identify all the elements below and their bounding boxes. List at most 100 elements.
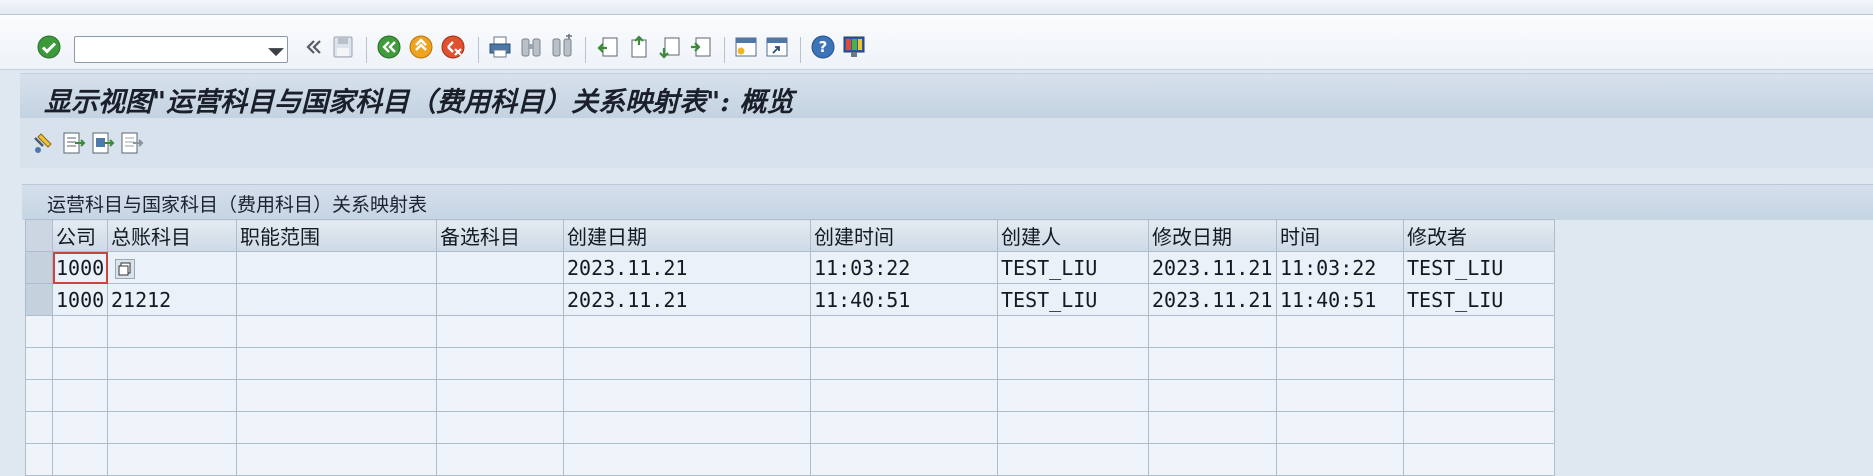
alternative-account-cell[interactable] xyxy=(436,283,564,316)
empty-cell[interactable] xyxy=(1276,315,1404,348)
column-header-created-by[interactable]: 创建人 xyxy=(997,219,1149,252)
select-all-icon[interactable] xyxy=(60,130,86,156)
empty-cell[interactable] xyxy=(236,379,437,412)
empty-cell[interactable] xyxy=(810,315,998,348)
column-header-changed-by[interactable]: 修改者 xyxy=(1403,219,1555,252)
functional-area-cell[interactable] xyxy=(236,251,437,284)
previous-page-icon[interactable] xyxy=(626,34,652,60)
exit-icon[interactable] xyxy=(408,34,434,60)
empty-cell[interactable] xyxy=(997,315,1149,348)
empty-cell[interactable] xyxy=(1403,443,1555,476)
empty-cell[interactable] xyxy=(563,315,811,348)
created-on-cell[interactable]: 2023.11.21 xyxy=(563,251,811,284)
row-selector[interactable] xyxy=(25,315,53,348)
empty-cell[interactable] xyxy=(236,347,437,380)
row-selector[interactable] xyxy=(25,443,53,476)
empty-cell[interactable] xyxy=(1276,379,1404,412)
find-icon[interactable] xyxy=(518,34,544,60)
created-by-cell[interactable]: TEST_LIU xyxy=(997,283,1149,316)
empty-cell[interactable] xyxy=(107,443,237,476)
empty-cell[interactable] xyxy=(1403,379,1555,412)
changed-on-cell[interactable]: 2023.11.21 xyxy=(1148,251,1277,284)
empty-cell[interactable] xyxy=(236,315,437,348)
empty-cell[interactable] xyxy=(52,315,108,348)
enter-icon[interactable] xyxy=(36,34,62,60)
save-icon[interactable] xyxy=(330,34,356,60)
empty-cell[interactable] xyxy=(1276,347,1404,380)
empty-cell[interactable] xyxy=(436,443,564,476)
empty-cell[interactable] xyxy=(563,443,811,476)
empty-cell[interactable] xyxy=(997,379,1149,412)
company-cell[interactable]: 1000 xyxy=(52,283,108,316)
customize-layout-icon[interactable] xyxy=(841,34,867,60)
find-next-icon[interactable] xyxy=(549,34,575,60)
empty-cell[interactable] xyxy=(52,443,108,476)
next-page-icon[interactable] xyxy=(657,34,683,60)
empty-cell[interactable] xyxy=(563,379,811,412)
empty-cell[interactable] xyxy=(236,443,437,476)
column-header-functional-area[interactable]: 职能范围 xyxy=(236,219,437,252)
empty-cell[interactable] xyxy=(563,347,811,380)
empty-cell[interactable] xyxy=(1403,347,1555,380)
empty-cell[interactable] xyxy=(107,347,237,380)
column-header-created-time[interactable]: 创建时间 xyxy=(810,219,998,252)
print-icon[interactable] xyxy=(487,34,513,60)
empty-cell[interactable] xyxy=(810,347,998,380)
first-page-icon[interactable] xyxy=(595,34,621,60)
created-by-cell[interactable]: TEST_LIU xyxy=(997,251,1149,284)
empty-cell[interactable] xyxy=(52,379,108,412)
back-arrows-icon[interactable] xyxy=(300,34,326,60)
column-header-time[interactable]: 时间 xyxy=(1276,219,1404,252)
created-on-cell[interactable]: 2023.11.21 xyxy=(563,283,811,316)
column-header-gl-account[interactable]: 总账科目 xyxy=(107,219,237,252)
row-selector[interactable] xyxy=(25,347,53,380)
time-cell[interactable]: 11:03:22 xyxy=(1276,251,1404,284)
command-field[interactable] xyxy=(74,36,288,63)
empty-cell[interactable] xyxy=(810,443,998,476)
select-all-column-button[interactable] xyxy=(25,219,53,252)
help-icon[interactable]: ? xyxy=(810,34,836,60)
time-cell[interactable]: 11:40:51 xyxy=(1276,283,1404,316)
gl-account-cell[interactable]: 21212 xyxy=(107,283,237,316)
gl-account-cell[interactable] xyxy=(107,251,237,284)
create-session-icon[interactable] xyxy=(733,34,759,60)
command-dropdown-icon[interactable] xyxy=(263,38,285,61)
functional-area-cell[interactable] xyxy=(236,283,437,316)
empty-cell[interactable] xyxy=(997,347,1149,380)
empty-cell[interactable] xyxy=(107,315,237,348)
empty-cell[interactable] xyxy=(810,379,998,412)
select-block-icon[interactable] xyxy=(89,130,115,156)
alternative-account-cell[interactable] xyxy=(436,251,564,284)
column-header-company[interactable]: 公司 xyxy=(52,219,108,252)
changed-on-cell[interactable]: 2023.11.21 xyxy=(1148,283,1277,316)
empty-cell[interactable] xyxy=(1276,443,1404,476)
row-selector[interactable] xyxy=(25,283,53,316)
created-time-cell[interactable]: 11:40:51 xyxy=(810,283,998,316)
cancel-icon[interactable] xyxy=(440,34,466,60)
back-icon[interactable] xyxy=(376,34,402,60)
empty-cell[interactable] xyxy=(107,379,237,412)
column-header-changed-on[interactable]: 修改日期 xyxy=(1148,219,1277,252)
column-header-alternative-account[interactable]: 备选科目 xyxy=(436,219,564,252)
created-time-cell[interactable]: 11:03:22 xyxy=(810,251,998,284)
shortcut-icon[interactable] xyxy=(764,34,790,60)
empty-cell[interactable] xyxy=(436,347,564,380)
empty-cell[interactable] xyxy=(1403,315,1555,348)
value-help-icon[interactable] xyxy=(115,259,135,279)
empty-cell[interactable] xyxy=(997,443,1149,476)
empty-cell[interactable] xyxy=(436,379,564,412)
deselect-all-icon[interactable] xyxy=(118,130,144,156)
empty-cell[interactable] xyxy=(1148,443,1277,476)
column-header-created-on[interactable]: 创建日期 xyxy=(563,219,811,252)
empty-cell[interactable] xyxy=(52,347,108,380)
empty-cell[interactable] xyxy=(436,315,564,348)
empty-cell[interactable] xyxy=(1148,315,1277,348)
empty-cell[interactable] xyxy=(1148,379,1277,412)
row-selector[interactable] xyxy=(25,251,53,284)
empty-cell[interactable] xyxy=(1148,347,1277,380)
row-selector[interactable] xyxy=(25,379,53,412)
display-change-icon[interactable] xyxy=(31,130,57,156)
last-page-icon[interactable] xyxy=(688,34,714,60)
changed-by-cell[interactable]: TEST_LIU xyxy=(1403,251,1555,284)
changed-by-cell[interactable]: TEST_LIU xyxy=(1403,283,1555,316)
